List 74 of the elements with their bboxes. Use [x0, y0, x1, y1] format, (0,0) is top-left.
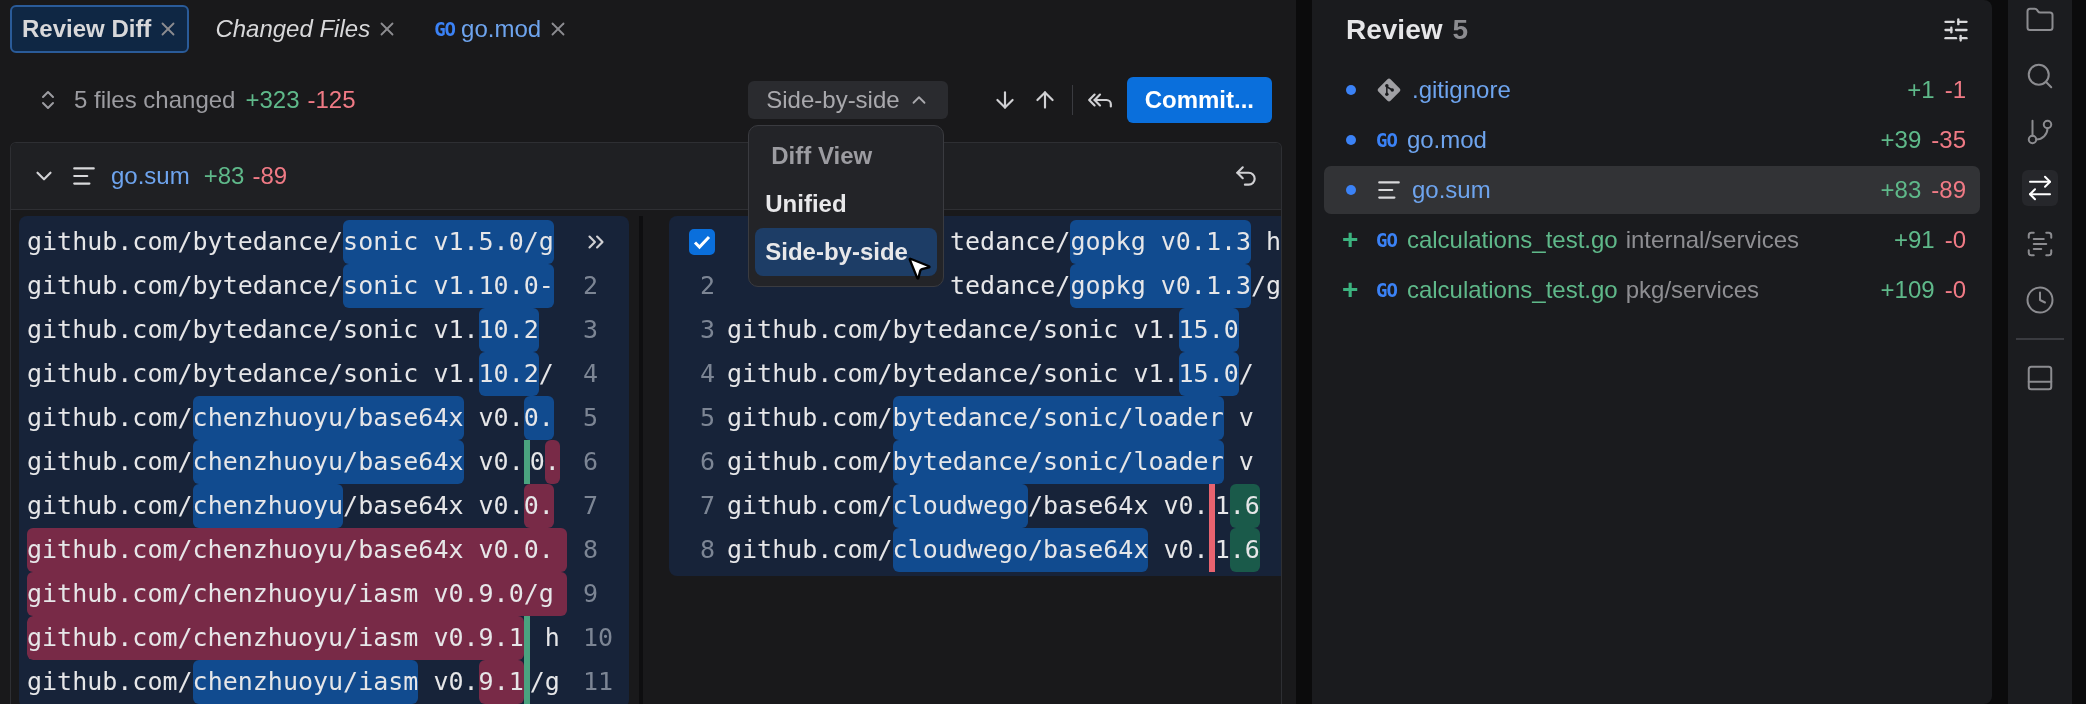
added-status-mark: +: [1342, 274, 1360, 306]
editor-tab[interactable]: Review Diff: [10, 5, 190, 53]
added-count: +91: [1893, 226, 1935, 254]
removed-count: -1: [1944, 76, 1966, 104]
file-name: calculations_test.go: [1406, 276, 1618, 304]
line-number: 6: [698, 446, 716, 478]
removed-count: -125: [307, 86, 356, 114]
removed-count: -35: [1931, 126, 1966, 154]
line-number: 9: [582, 578, 600, 610]
file-row[interactable]: + GO calculations_test.go internal/services +91 -0: [1324, 216, 1980, 264]
code-line: github.com/bytedance/sonic v1.10.0-: [27, 264, 567, 308]
line-number: 11: [582, 666, 615, 698]
go-file-icon: GO: [1376, 129, 1397, 151]
code-line: github.com/bytedance/sonic v1.15.0: [727, 308, 1281, 352]
line-number: 5: [698, 402, 716, 434]
code-line: github.com/bytedance/sonic v1.10.2: [27, 308, 567, 352]
line-number: 2: [698, 270, 716, 302]
added-status-mark: +: [1342, 224, 1360, 256]
added-count: +39: [1880, 126, 1922, 154]
file-row[interactable]: go.sum +83 -89: [1324, 166, 1980, 214]
added-count: +83: [203, 162, 245, 190]
file-path: pkg/services: [1625, 276, 1760, 304]
file-name: go.sum: [1412, 176, 1491, 204]
menu-item[interactable]: Unified: [755, 180, 938, 228]
line-number: 10: [582, 622, 615, 654]
code-line: github.com/cloudwego/base64x v0. 1.6: [727, 484, 1281, 528]
line-number: 2: [582, 270, 600, 302]
file-row[interactable]: + GO calculations_test.go pkg/services +109 -0: [1324, 266, 1980, 314]
file-row[interactable]: GO go.mod +39 -35: [1324, 116, 1980, 164]
line-number: 6: [582, 446, 600, 478]
line-number: 8: [698, 534, 716, 566]
added-count: +1: [1907, 76, 1935, 104]
removed-count: -89: [252, 162, 288, 190]
line-number: 7: [582, 490, 600, 522]
go-file-icon: GO: [1376, 279, 1397, 301]
go-file-icon: GO: [434, 18, 456, 40]
code-line: github.com/chenzhuoyu/iasm v0.9.1 /g: [27, 660, 567, 704]
panel-title: Review: [1346, 14, 1443, 46]
code-line: github.com/chenzhuoyu/base64x v0.0.: [27, 484, 567, 528]
arrows-icon[interactable]: [2022, 170, 2058, 206]
menu-heading: Diff View: [770, 141, 874, 171]
revert-icon[interactable]: [1233, 163, 1259, 189]
added-count: +109: [1880, 276, 1935, 304]
editor-tab[interactable]: Changed Files: [203, 5, 409, 53]
view-mode-dropdown[interactable]: Side-by-side: [748, 81, 948, 119]
added-count: +83: [1880, 176, 1922, 204]
file-name: .gitignore: [1412, 76, 1511, 104]
file-name: go.sum: [111, 162, 190, 190]
file-path: internal/services: [1625, 226, 1800, 254]
removed-count: -0: [1944, 226, 1966, 254]
code-line: github.com/bytedance/sonic v1.15.0/: [727, 352, 1281, 396]
line-number: 3: [698, 314, 716, 346]
file-row[interactable]: .gitignore +1 -1: [1324, 66, 1980, 114]
code-line: github.com/bytedance/sonic v1.10.2/: [27, 352, 567, 396]
line-number: 4: [698, 358, 716, 390]
commit-button[interactable]: Commit...: [1126, 77, 1272, 123]
file-name: go.mod: [1406, 126, 1487, 154]
go-file-icon: GO: [1376, 229, 1397, 251]
file-name: calculations_test.go: [1406, 226, 1618, 254]
files-changed-label: 5 files changed: [74, 86, 236, 114]
checkbox[interactable]: [689, 229, 715, 255]
line-number: 5: [582, 402, 600, 434]
removed-count: -89: [1931, 176, 1966, 204]
added-count: +323: [245, 86, 300, 114]
line-number: 7: [698, 490, 716, 522]
file-count: 5: [1452, 14, 1469, 46]
code-line: github.com/bytedance/sonic v1.5.0/g: [27, 220, 567, 264]
filter-settings-icon[interactable]: [1942, 16, 1970, 44]
removed-count: -0: [1944, 276, 1966, 304]
editor-tab[interactable]: GO go.mod: [422, 5, 580, 53]
line-number: 4: [582, 358, 600, 390]
line-number: 8: [582, 534, 600, 566]
code-line: github.com/cloudwego/base64x v0. 1.6: [727, 528, 1281, 572]
line-number: 3: [582, 314, 600, 346]
